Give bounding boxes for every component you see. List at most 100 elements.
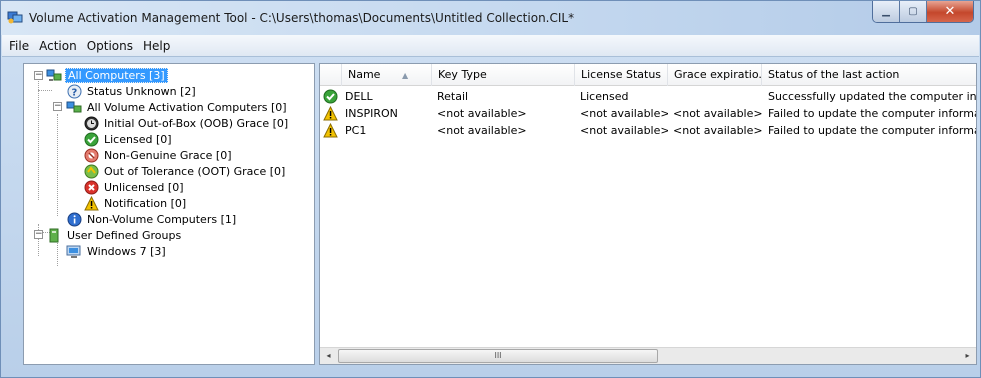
cell-license-status: <not available> — [580, 124, 668, 137]
tree-label: Notification [0] — [104, 197, 187, 210]
collapse-user-groups[interactable]: − — [34, 230, 43, 239]
menu-options[interactable]: Options — [82, 39, 138, 53]
tree-item-all-volume-activation[interactable]: All Volume Activation Computers [0] — [66, 99, 289, 116]
column-label: Grace expiratio... — [674, 68, 762, 81]
main-content: − All Computers [3] ? Status Unknown [2]… — [9, 59, 977, 371]
warning-icon — [323, 123, 338, 138]
cell-grace: <not available> — [673, 107, 762, 120]
menu-help[interactable]: Help — [138, 39, 175, 53]
cell-name: DELL — [345, 90, 373, 103]
tree-item-oob-grace[interactable]: Initial Out-of-Box (OOB) Grace [0] — [83, 115, 290, 132]
tree-item-all-computers[interactable]: All Computers [3] — [46, 67, 168, 84]
collapse-all-computers[interactable]: − — [34, 71, 43, 80]
question-icon: ? — [66, 84, 82, 100]
tree-label: Status Unknown [2] — [87, 85, 196, 98]
group-folder-icon — [46, 228, 62, 244]
tree-label: All Volume Activation Computers [0] — [87, 101, 287, 114]
menu-action[interactable]: Action — [34, 39, 82, 53]
error-icon — [83, 180, 99, 196]
column-header-license-status[interactable]: License Status — [575, 64, 668, 86]
scroll-right-button[interactable]: ▸ — [959, 348, 976, 364]
column-label: Key Type — [438, 68, 487, 81]
cell-grace: <not available> — [673, 124, 762, 137]
close-button[interactable]: ✕ — [927, 1, 973, 22]
column-header-last-action[interactable]: Status of the last action — [762, 64, 976, 86]
collapse-volume-activation[interactable]: − — [53, 102, 62, 111]
computer-group-icon — [66, 244, 82, 260]
tree-connector — [57, 114, 58, 216]
window-title: Volume Activation Management Tool - C:\U… — [29, 11, 575, 25]
tree-item-unlicensed[interactable]: Unlicensed [0] — [83, 179, 185, 196]
cell-grace — [673, 88, 762, 105]
window-controls: ▁ ▢ ✕ — [872, 1, 974, 23]
cell-key-type: <not available> — [437, 124, 527, 137]
tree-label: Unlicensed [0] — [104, 181, 184, 194]
tree-label: Licensed [0] — [104, 133, 172, 146]
column-label: Status of the last action — [768, 68, 900, 81]
list-row[interactable]: PC1 <not available> <not available> <not… — [320, 122, 976, 139]
scroll-thumb[interactable]: III — [338, 349, 658, 363]
cell-key-type: Retail — [437, 90, 469, 103]
column-label: Name — [348, 68, 381, 81]
computer-list-view[interactable]: ▲ Name Key Type License Status Grace exp… — [319, 63, 977, 365]
app-window: Volume Activation Management Tool - C:\U… — [0, 0, 981, 378]
maximize-button[interactable]: ▢ — [900, 1, 927, 22]
scroll-left-button[interactable]: ◂ — [320, 348, 337, 364]
cell-license-status: <not available> — [580, 107, 668, 120]
tree-connector — [38, 78, 39, 200]
tree-label: Initial Out-of-Box (OOB) Grace [0] — [104, 117, 289, 130]
tree-view[interactable]: − All Computers [3] ? Status Unknown [2]… — [23, 63, 315, 365]
computers-network-icon — [66, 100, 82, 116]
cell-license-status: Licensed — [580, 90, 629, 103]
sort-ascending-icon: ▲ — [402, 71, 409, 80]
tree-label: Windows 7 [3] — [87, 245, 166, 258]
non-genuine-icon — [83, 148, 99, 164]
cell-last-action: Successfully updated the computer inforn — [768, 90, 976, 103]
menu-file[interactable]: File — [4, 39, 34, 53]
warning-icon — [83, 196, 99, 212]
column-header-status[interactable] — [320, 64, 342, 86]
cell-name: PC1 — [345, 124, 367, 137]
column-header-name[interactable]: ▲ Name — [342, 64, 432, 86]
column-label: License Status — [581, 68, 662, 81]
close-icon: ✕ — [944, 4, 956, 19]
horizontal-scrollbar[interactable]: ◂ III ▸ — [320, 347, 976, 364]
column-header-grace-expiration[interactable]: Grace expiratio... — [668, 64, 762, 86]
vamt-app-icon — [7, 11, 23, 24]
cell-key-type: <not available> — [437, 107, 527, 120]
tree-label: Non-Volume Computers [1] — [87, 213, 237, 226]
menu-bar: File Action Options Help — [2, 35, 979, 57]
tree-label: Non-Genuine Grace [0] — [104, 149, 232, 162]
minimize-button[interactable]: ▁ — [873, 1, 900, 22]
cell-last-action: Failed to update the computer informatio — [768, 107, 976, 120]
tree-connector — [38, 90, 52, 91]
cell-last-action: Failed to update the computer informatio — [768, 124, 976, 137]
tree-item-oot-grace[interactable]: Out of Tolerance (OOT) Grace [0] — [83, 163, 287, 180]
tree-label: User Defined Groups — [67, 229, 182, 242]
list-row[interactable]: INSPIRON <not available> <not available>… — [320, 105, 976, 122]
info-icon — [66, 212, 82, 228]
warning-icon — [323, 106, 338, 121]
list-row[interactable]: DELL Retail Licensed Successfully update… — [320, 88, 976, 105]
list-header: ▲ Name Key Type License Status Grace exp… — [320, 64, 976, 86]
tree-label: Out of Tolerance (OOT) Grace [0] — [104, 165, 286, 178]
tree-item-notification[interactable]: Notification [0] — [83, 195, 188, 212]
tree-item-non-genuine-grace[interactable]: Non-Genuine Grace [0] — [83, 147, 234, 164]
tree-item-licensed[interactable]: Licensed [0] — [83, 131, 174, 148]
tree-item-windows-7[interactable]: Windows 7 [3] — [66, 243, 168, 260]
check-icon — [83, 132, 99, 148]
oot-grace-icon — [83, 164, 99, 180]
computers-network-icon — [46, 68, 62, 84]
tree-label: All Computers [3] — [65, 68, 168, 83]
column-header-key-type[interactable]: Key Type — [432, 64, 575, 86]
licensed-check-icon — [323, 89, 338, 104]
tree-item-non-volume[interactable]: Non-Volume Computers [1] — [66, 211, 238, 228]
tree-item-user-defined-groups[interactable]: User Defined Groups — [46, 227, 183, 244]
cell-name: INSPIRON — [345, 107, 398, 120]
maximize-icon: ▢ — [908, 6, 918, 17]
svg-text:?: ? — [71, 88, 77, 99]
title-bar[interactable]: Volume Activation Management Tool - C:\U… — [1, 1, 980, 35]
clock-icon — [83, 116, 99, 132]
tree-item-status-unknown[interactable]: ? Status Unknown [2] — [66, 83, 198, 100]
minimize-icon: ▁ — [882, 6, 890, 17]
